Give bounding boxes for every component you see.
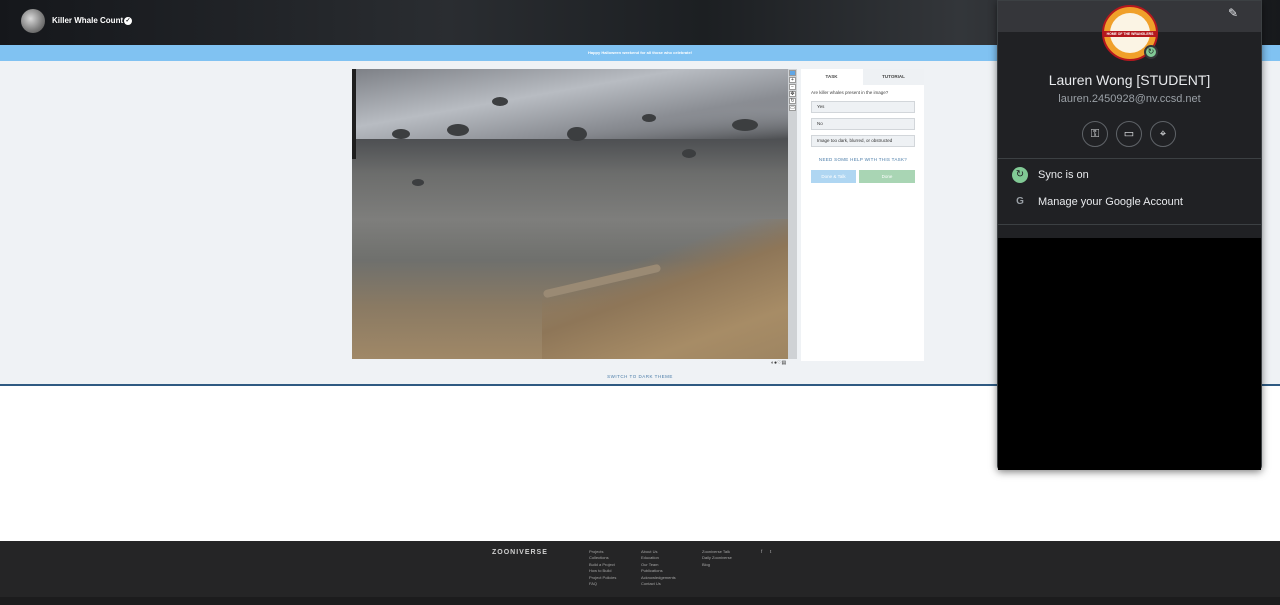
footer-col-about: About Us Education Our Team Publications… — [641, 549, 676, 587]
profile-picture[interactable]: HOME OF THE WRANGLERS ↻ — [1102, 5, 1158, 61]
divider — [998, 158, 1261, 159]
footer-link[interactable]: Blog — [702, 562, 732, 568]
footer-link[interactable]: Contact Us — [641, 581, 676, 587]
payment-card-icon[interactable]: ▭ — [1116, 121, 1142, 147]
facebook-icon[interactable]: f — [761, 549, 762, 554]
footer-col-projects: Projects Collections Build a Project How… — [589, 549, 616, 587]
sync-icon: ↻ — [1012, 167, 1028, 183]
rock — [392, 129, 410, 139]
rock — [732, 119, 758, 131]
tab-task[interactable]: TASK — [801, 69, 862, 85]
task-panel: TASK TUTORIAL Are killer whales present … — [801, 69, 924, 361]
project-title[interactable]: Killer Whale Count — [52, 16, 123, 25]
school-logo-band: HOME OF THE WRANGLERS — [1104, 31, 1156, 37]
account-popup: ✎ HOME OF THE WRANGLERS ↻ Lauren Wong [S… — [997, 0, 1262, 470]
rock — [492, 97, 508, 106]
location-pin-icon[interactable]: ⌖ — [1150, 121, 1176, 147]
pencil-icon[interactable]: ✎ — [1228, 6, 1238, 20]
footer-bottom-bar — [0, 597, 1280, 605]
viewer-toolbar — [788, 69, 797, 359]
reset-icon[interactable]: ↻ — [789, 98, 796, 104]
rock — [412, 179, 424, 186]
sync-status[interactable]: Sync is on — [1038, 169, 1089, 181]
project-avatar[interactable] — [21, 9, 45, 33]
done-and-talk-button[interactable]: Done & Talk — [811, 170, 856, 183]
subject-actions: ◐●♡▤ — [771, 360, 797, 366]
sync-badge-icon: ↻ — [1144, 45, 1158, 59]
popup-content-area — [998, 238, 1261, 470]
pointer-icon[interactable] — [789, 70, 796, 76]
answer-obstructed[interactable]: Image too dark, blurred, or obstructed — [811, 135, 915, 147]
zooniverse-logo[interactable]: ZOONIVERSE — [492, 549, 548, 556]
zoom-in-icon[interactable]: + — [789, 77, 796, 83]
subject-image[interactable] — [352, 69, 788, 359]
rock — [447, 124, 469, 136]
done-button[interactable]: Done — [859, 170, 915, 183]
account-email: lauren.2450928@nv.ccsd.net — [1058, 93, 1201, 105]
help-link[interactable]: NEED SOME HELP WITH THIS TASK? — [811, 157, 915, 162]
google-icon: G — [1016, 196, 1024, 207]
image-edge — [352, 69, 356, 159]
twitter-icon[interactable]: t — [770, 549, 771, 554]
divider — [998, 224, 1261, 225]
collection-icon[interactable]: ▤ — [782, 360, 787, 366]
tab-tutorial[interactable]: TUTORIAL — [863, 69, 924, 85]
rock — [567, 127, 587, 141]
dark-theme-toggle[interactable]: SWITCH TO DARK THEME — [560, 374, 720, 379]
account-name: Lauren Wong [STUDENT] — [1048, 72, 1211, 88]
footer-link[interactable]: FAQ — [589, 581, 616, 587]
fullscreen-icon[interactable]: ▭ — [789, 105, 796, 111]
check-circle-icon: ✓ — [124, 17, 132, 25]
rotate-icon[interactable]: ✥ — [789, 91, 796, 97]
footer-col-talk: Zooniverse Talk Daily Zooniverse Blog — [702, 549, 732, 568]
key-icon[interactable]: ⚿ — [1082, 121, 1108, 147]
site-footer: ZOONIVERSE Projects Collections Build a … — [0, 541, 1280, 597]
rock — [682, 149, 696, 158]
answer-no[interactable]: No — [811, 118, 915, 130]
manage-account-link[interactable]: Manage your Google Account — [1038, 196, 1183, 208]
rock — [642, 114, 656, 122]
zoom-out-icon[interactable]: − — [789, 84, 796, 90]
task-question: Are killer whales present in the image? — [811, 90, 889, 95]
answer-yes[interactable]: Yes — [811, 101, 915, 113]
footer-link[interactable]: Daily Zooniverse — [702, 555, 732, 561]
